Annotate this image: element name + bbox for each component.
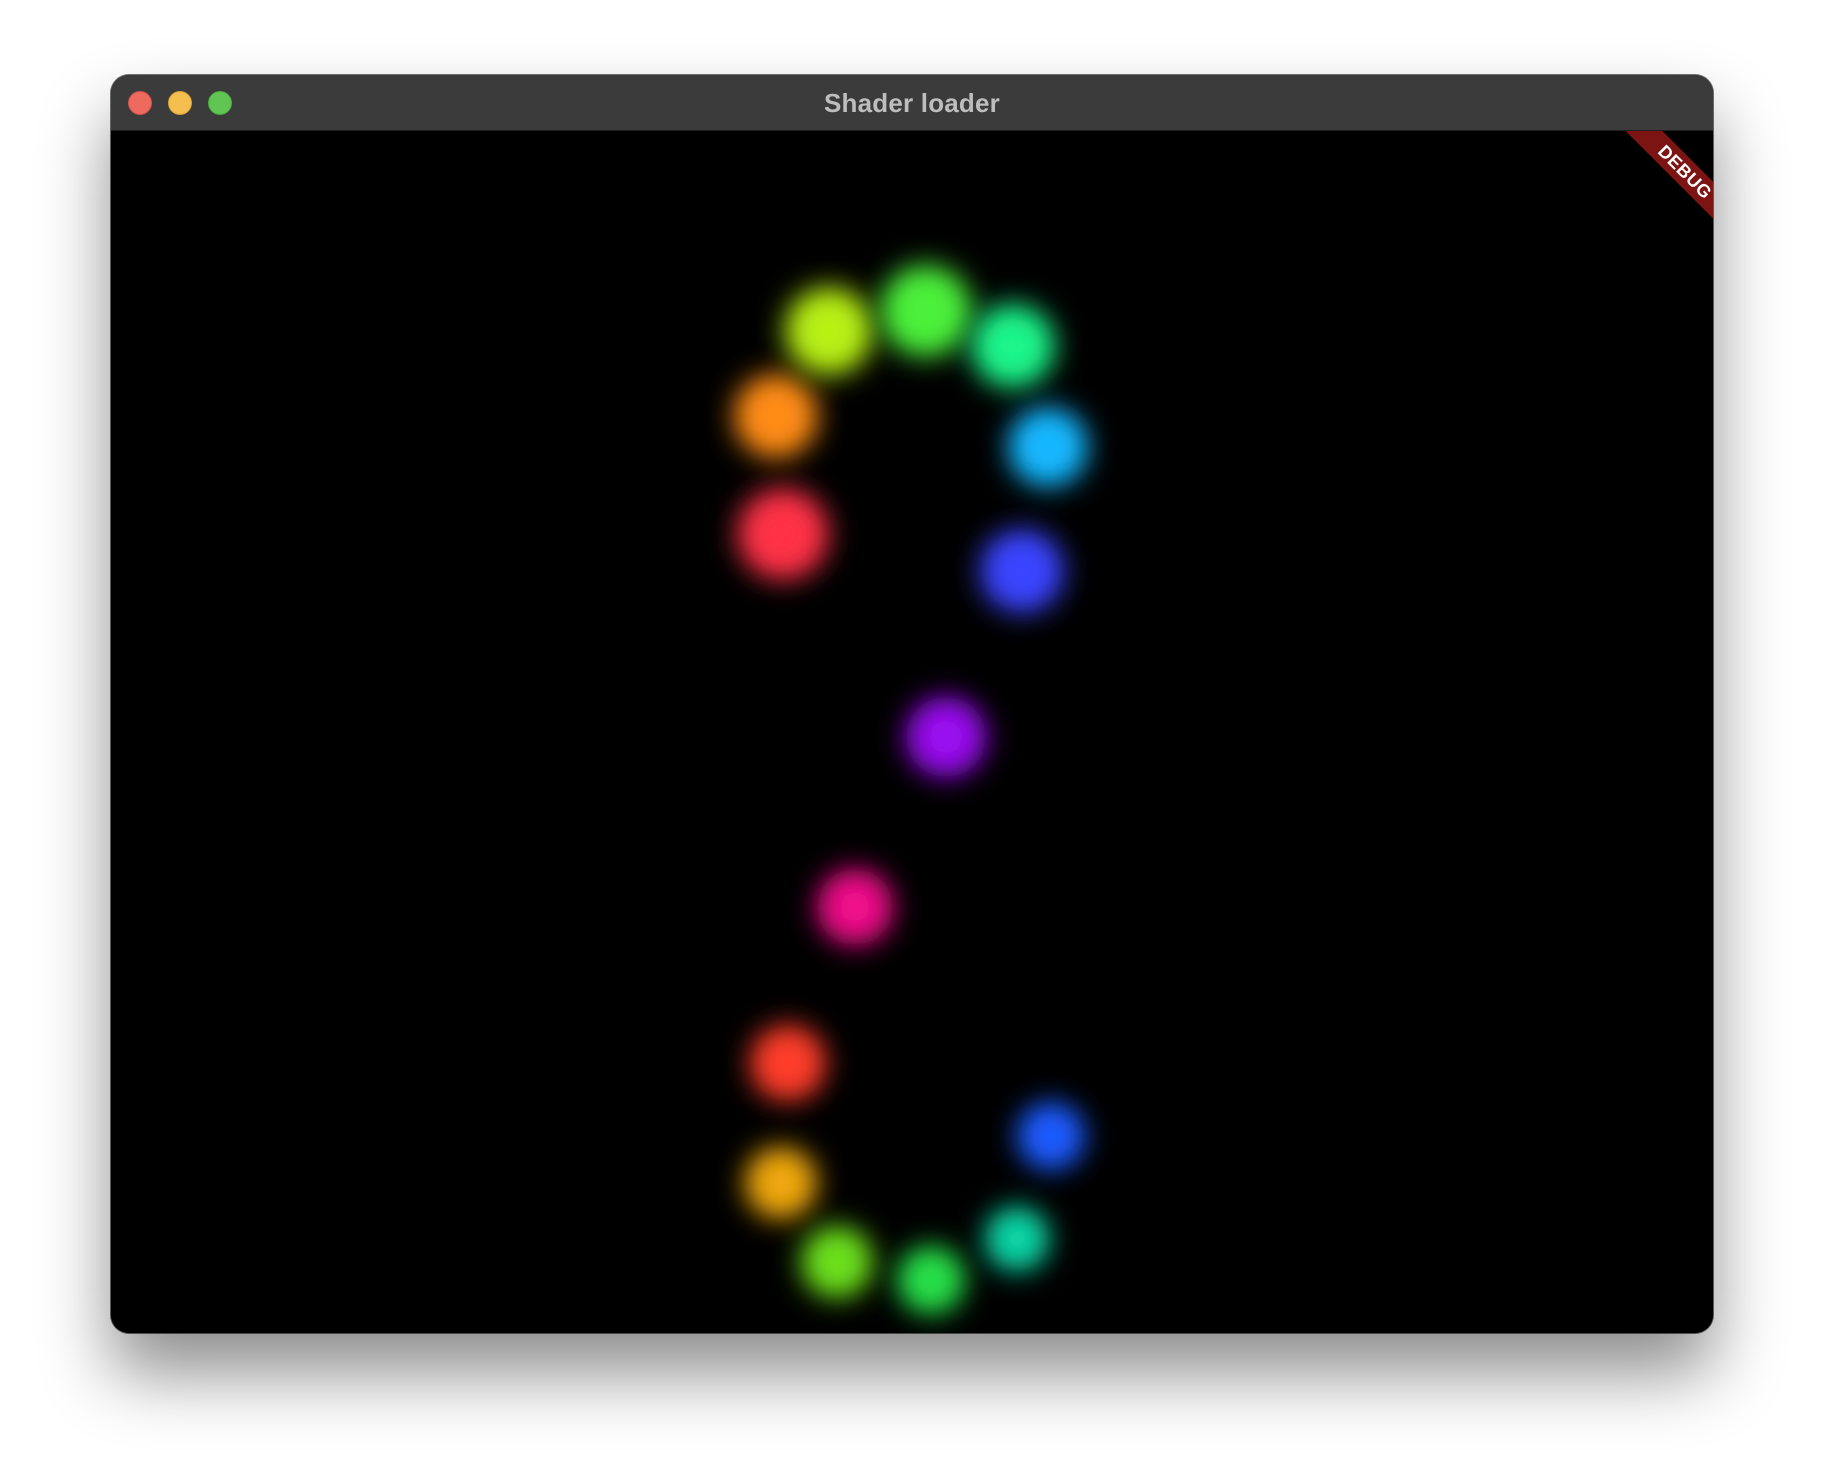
debug-banner-label: DEBUG bbox=[1605, 131, 1713, 251]
purple-dot-core bbox=[928, 719, 964, 755]
app-window: Shader loader DEBUG bbox=[111, 75, 1713, 1333]
magenta-dot-core bbox=[838, 890, 872, 924]
green-dot-core bbox=[905, 290, 947, 332]
lower-blue-dot-core bbox=[1036, 1121, 1066, 1151]
title-bar[interactable]: Shader loader bbox=[111, 75, 1713, 131]
debug-banner: DEBUG bbox=[1593, 131, 1713, 251]
orange-dot-core bbox=[757, 397, 795, 435]
lower-green-dot-core bbox=[916, 1265, 946, 1295]
lower-teal-dot-core bbox=[1003, 1225, 1031, 1253]
desktop: Shader loader DEBUG bbox=[0, 0, 1824, 1480]
yellow-green-dot-core bbox=[809, 311, 849, 351]
lower-lime-dot-core bbox=[821, 1246, 853, 1278]
sky-blue-dot-core bbox=[1030, 429, 1066, 465]
lower-gold-dot-core bbox=[765, 1167, 797, 1199]
spring-green-dot-core bbox=[994, 327, 1032, 365]
shader-canvas-area: DEBUG bbox=[111, 131, 1713, 1333]
window-title: Shader loader bbox=[824, 88, 1000, 118]
lower-red-dot-core bbox=[771, 1046, 805, 1080]
glow-dots-layer bbox=[734, 265, 1088, 1314]
shader-canvas bbox=[734, 265, 1088, 1314]
blue-dot-core bbox=[1003, 552, 1041, 590]
red-dot-core bbox=[762, 513, 804, 555]
